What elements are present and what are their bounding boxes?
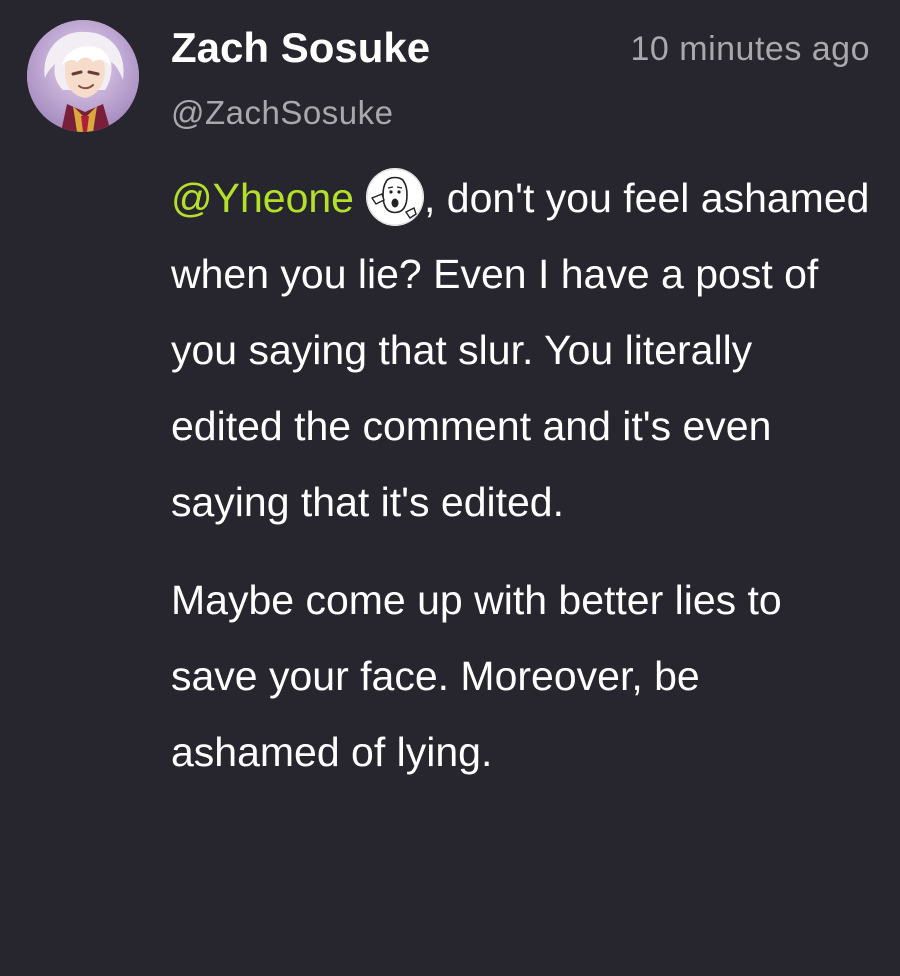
- comment-text: , don't you feel ashamed when you lie? E…: [171, 175, 870, 525]
- comment-paragraph: @Yheone , don't you feel ashamed when yo…: [171, 160, 871, 540]
- timestamp: 10 minutes ago: [630, 30, 870, 68]
- comment-card: Zach Sosuke 10 minutes ago @ZachSosuke @…: [0, 0, 900, 976]
- author-name[interactable]: Zach Sosuke: [171, 20, 430, 76]
- author-avatar-icon[interactable]: [27, 20, 139, 132]
- anime-avatar-icon: [27, 20, 139, 132]
- mention-link[interactable]: @Yheone: [171, 175, 354, 221]
- comment-paragraph: Maybe come up with better lies to save y…: [171, 577, 782, 775]
- author-handle[interactable]: @ZachSosuke: [171, 88, 393, 138]
- comment-body: @Yheone , don't you feel ashamed when yo…: [171, 160, 871, 790]
- wojak-avatar-icon[interactable]: [365, 168, 424, 226]
